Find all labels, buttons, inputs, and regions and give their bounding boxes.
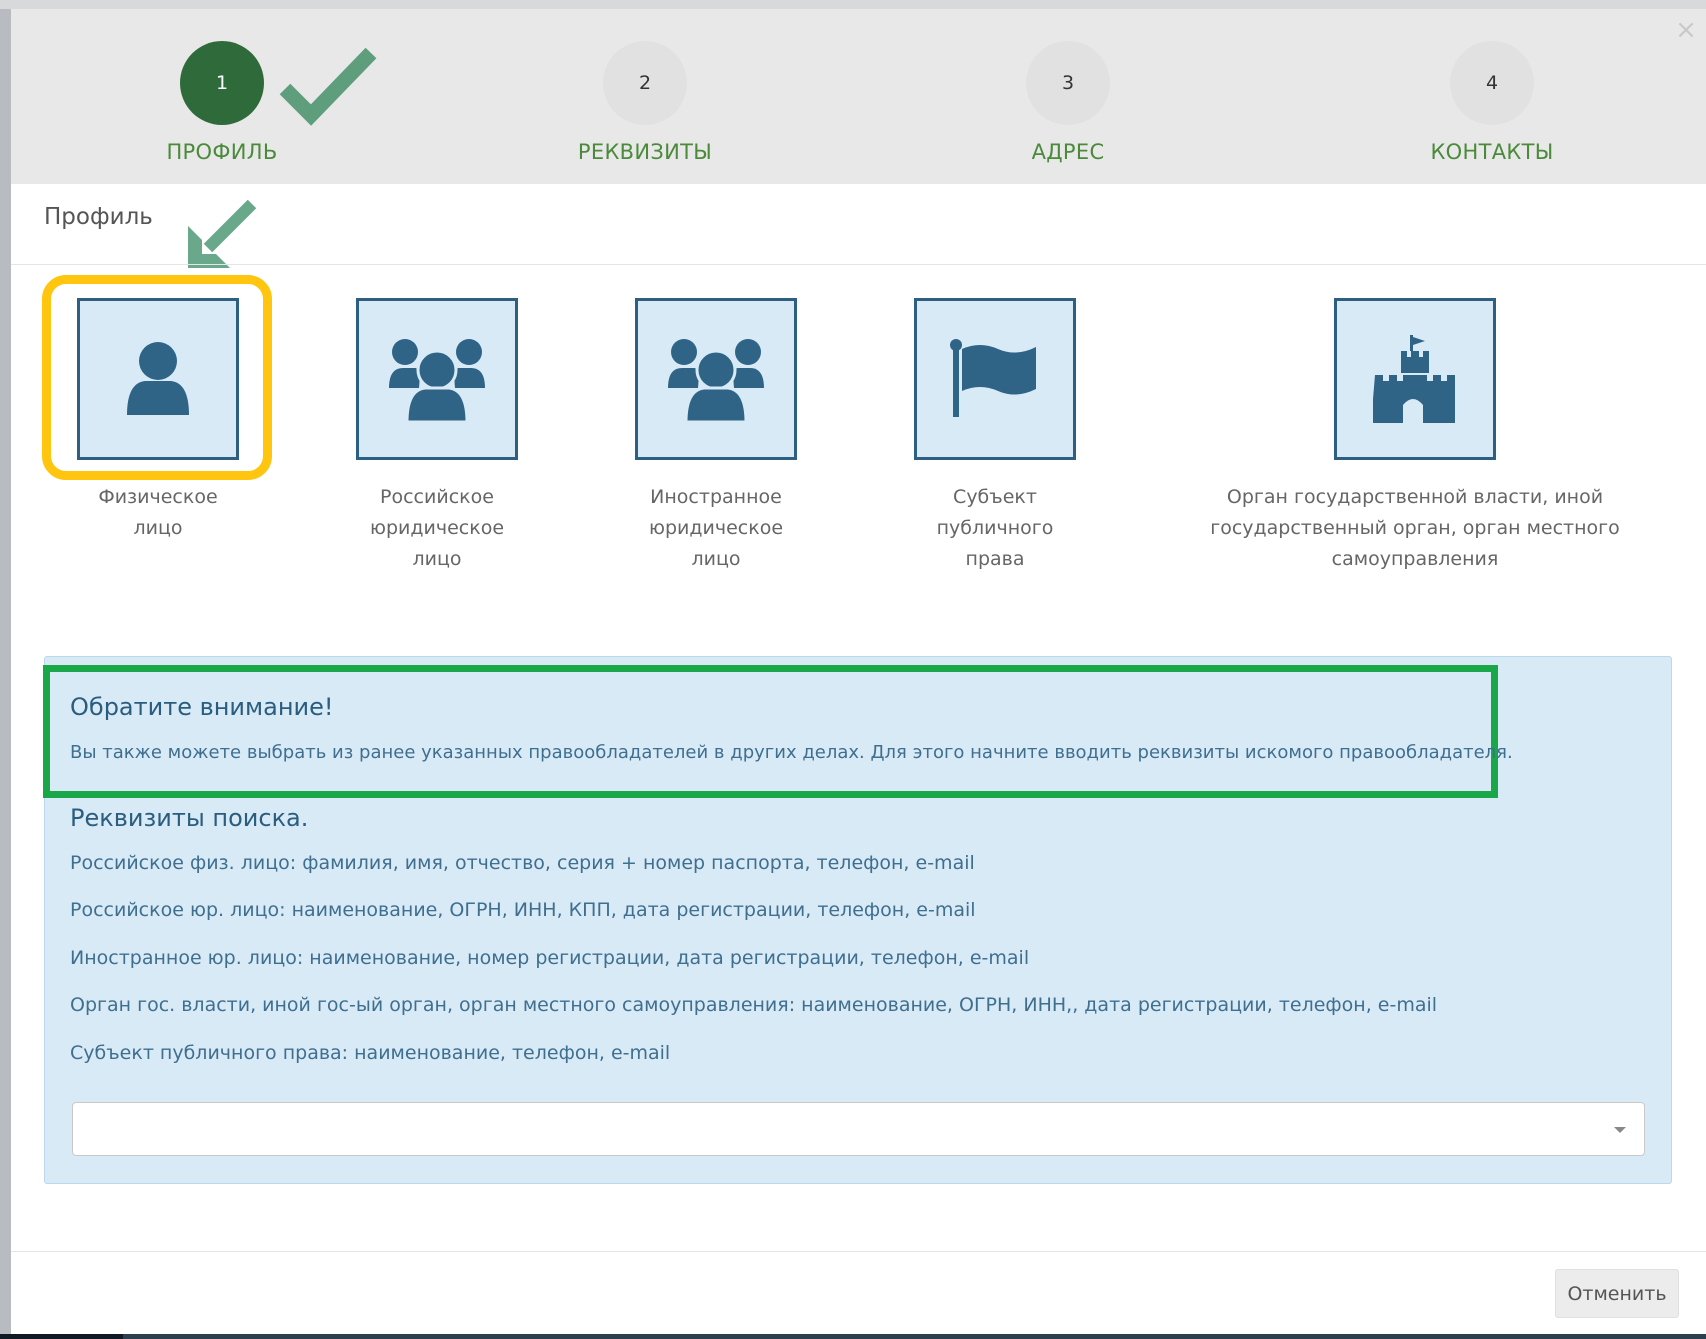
profile-wizard-dialog: 1 ПРОФИЛЬ 2 РЕКВИЗИТЫ 3 АДРЕС 4 КОНТАКТЫ… — [0, 0, 1706, 1339]
cancel-button[interactable]: Отменить — [1555, 1269, 1679, 1318]
step-number-circle: 4 — [1450, 41, 1534, 125]
step-requisites[interactable]: 2 РЕКВИЗИТЫ — [525, 9, 765, 184]
step-contacts[interactable]: 4 КОНТАКТЫ — [1372, 9, 1612, 184]
option-tile[interactable] — [356, 298, 518, 460]
taskbar-strip — [0, 1334, 1706, 1339]
option-label: Российское юридическое лицо — [369, 486, 505, 570]
chevron-down-icon[interactable] — [1614, 1127, 1626, 1133]
notice-text: Вы также можете выбрать из ранее указанн… — [70, 742, 1513, 763]
step-number-circle: 1 — [180, 41, 264, 125]
footer-divider — [11, 1251, 1706, 1252]
arrow-pointer-icon — [188, 199, 257, 268]
section-divider — [11, 264, 1706, 265]
requisites-title: Реквизиты поиска. — [70, 804, 309, 832]
close-icon[interactable]: × — [1674, 17, 1698, 43]
option-tile[interactable] — [914, 298, 1076, 460]
users-icon — [668, 339, 764, 424]
step-address[interactable]: 3 АДРЕС — [948, 9, 1188, 184]
option-label: Орган государственной власти, иной госуд… — [1210, 486, 1620, 570]
requisites-line: Российское юр. лицо: наименование, ОГРН,… — [70, 899, 976, 921]
wizard-stepper: 1 ПРОФИЛЬ 2 РЕКВИЗИТЫ 3 АДРЕС 4 КОНТАКТЫ — [11, 9, 1706, 184]
requisites-line: Субъект публичного права: наименование, … — [70, 1042, 671, 1064]
step-number-circle: 3 — [1026, 41, 1110, 125]
option-tile[interactable] — [1334, 298, 1496, 460]
step-label: АДРЕС — [1031, 140, 1105, 164]
step-label: РЕКВИЗИТЫ — [577, 140, 713, 164]
requisites-line: Российское физ. лицо: фамилия, имя, отче… — [70, 852, 975, 874]
window-frame-top — [0, 0, 1706, 9]
step-label: ПРОФИЛЬ — [166, 140, 278, 164]
castle-icon — [1373, 335, 1455, 423]
taskbar-start — [0, 1334, 123, 1339]
section-title: Профиль — [44, 204, 153, 230]
notice-highlight — [43, 665, 1498, 798]
option-tile[interactable] — [635, 298, 797, 460]
step-label: КОНТАКТЫ — [1430, 140, 1554, 164]
user-icon — [127, 342, 189, 415]
step-number-circle: 2 — [603, 41, 687, 125]
option-label: Иностранное юридическое лицо — [648, 486, 784, 570]
checkmark-icon — [279, 47, 377, 126]
option-tile[interactable] — [77, 298, 239, 460]
notice-title: Обратите внимание! — [70, 693, 334, 721]
window-frame-left — [0, 0, 11, 1339]
users-icon — [389, 339, 485, 424]
flag-icon — [950, 339, 1036, 417]
option-label: Субъект публичного права — [936, 486, 1054, 570]
option-label: Физическое лицо — [98, 486, 218, 539]
requisites-line: Орган гос. власти, иной гос-ый орган, ор… — [70, 994, 1438, 1016]
rightholder-search-select[interactable] — [72, 1102, 1645, 1156]
requisites-line: Иностранное юр. лицо: наименование, номе… — [70, 947, 1030, 969]
